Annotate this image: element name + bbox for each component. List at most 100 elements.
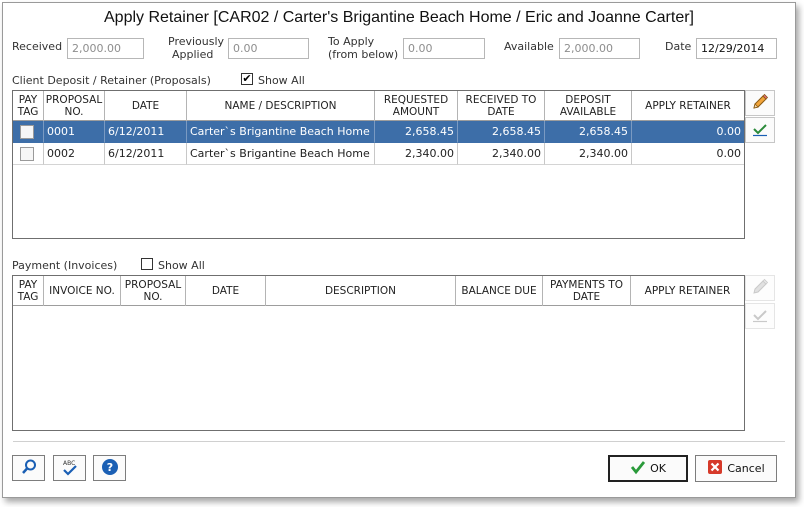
header-text: AVAILABLE — [559, 106, 617, 118]
to-apply-field[interactable]: 0.00 — [403, 38, 485, 59]
spellcheck-icon: ABC — [60, 457, 80, 480]
col-header-pay-tag[interactable]: PAY TAG — [13, 91, 44, 121]
col-header-requested-amount[interactable]: REQUESTED AMOUNT — [375, 91, 458, 121]
header-text: PROPOSAL — [45, 94, 103, 106]
name-cell: Carter`s Brigantine Beach Home — [187, 143, 375, 165]
header-text: DATE — [572, 291, 601, 303]
svg-text:ABC: ABC — [63, 460, 75, 467]
received-cell: 2,658.45 — [458, 121, 545, 143]
name-cell: Carter`s Brigantine Beach Home — [187, 121, 375, 143]
header-text: AMOUNT — [392, 106, 440, 118]
invoices-show-all-checkbox[interactable] — [141, 258, 153, 270]
previously-applied-field[interactable]: 0.00 — [228, 38, 309, 59]
col-header-received-to-date[interactable]: RECEIVED TO DATE — [458, 91, 545, 121]
previously-applied-label-line1: Previously — [168, 35, 225, 48]
header-text: PROPOSAL — [124, 279, 182, 291]
proposals-show-all-checkbox[interactable]: ✔ — [241, 73, 253, 85]
to-apply-label-line1: To Apply — [328, 35, 375, 48]
spellcheck-button[interactable]: ABC — [53, 455, 86, 481]
header-text: DEPOSIT — [565, 94, 611, 106]
header-text: PAY — [18, 94, 38, 106]
col-header-apply-retainer[interactable]: APPLY RETAINER — [632, 91, 744, 121]
header-text: APPLY RETAINER — [644, 285, 731, 297]
pencil-icon — [751, 278, 769, 299]
col-header-invoice-no[interactable]: INVOICE NO. — [44, 276, 121, 306]
proposals-show-all-label: Show All — [258, 74, 305, 87]
col-header-date[interactable]: DATE — [186, 276, 266, 306]
to-apply-label-line2: (from below) — [328, 48, 399, 61]
header-text: NAME / DESCRIPTION — [224, 100, 337, 112]
header-text: NO. — [64, 106, 84, 118]
pencil-icon — [751, 93, 769, 114]
received-field[interactable]: 2,000.00 — [67, 38, 144, 59]
pay-tag-cell[interactable] — [13, 143, 44, 165]
date-cell: 6/12/2011 — [105, 143, 187, 165]
available-field[interactable]: 2,000.00 — [559, 38, 640, 59]
help-button[interactable]: ? — [93, 455, 126, 481]
col-header-proposal-no[interactable]: PROPOSAL NO. — [121, 276, 186, 306]
apply-retainer-dialog: Apply Retainer [CAR02 / Carter's Brigant… — [2, 2, 796, 498]
table-row[interactable]: 0001 6/12/2011 Carter`s Brigantine Beach… — [13, 121, 744, 143]
invoices-grid-header: PAY TAG INVOICE NO. PROPOSAL NO. DATE DESC… — [13, 276, 744, 306]
received-cell: 2,340.00 — [458, 143, 545, 165]
invoices-show-all-label: Show All — [158, 259, 205, 272]
help-icon: ? — [101, 458, 119, 479]
checkmark-icon — [751, 306, 769, 327]
deposit-cell: 2,658.45 — [545, 121, 632, 143]
search-button[interactable] — [12, 455, 45, 481]
cancel-button[interactable]: Cancel — [695, 455, 777, 482]
apply-retainer-cell[interactable]: 0.00 — [632, 143, 744, 165]
proposals-apply-button[interactable] — [745, 117, 775, 143]
date-field[interactable]: 12/29/2014 — [696, 38, 777, 59]
invoices-apply-button[interactable] — [745, 303, 775, 329]
col-header-name-description[interactable]: NAME / DESCRIPTION — [187, 91, 375, 121]
header-text: APPLY RETAINER — [645, 100, 731, 112]
proposals-section-label: Client Deposit / Retainer (Proposals) — [12, 74, 211, 87]
header-text: PAY — [18, 279, 38, 291]
footer-divider — [13, 441, 785, 442]
cancel-x-icon — [707, 459, 723, 478]
pay-tag-checkbox[interactable] — [20, 147, 34, 161]
proposals-grid-header: PAY TAG PROPOSAL NO. DATE NAME / DESCRIPTI… — [13, 91, 744, 121]
header-text: BALANCE DUE — [461, 285, 537, 297]
invoices-edit-button[interactable] — [745, 275, 775, 301]
apply-retainer-cell[interactable]: 0.00 — [632, 121, 744, 143]
proposals-grid: PAY TAG PROPOSAL NO. DATE NAME / DESCRIPTI… — [12, 90, 745, 239]
col-header-balance-due[interactable]: BALANCE DUE — [456, 276, 543, 306]
previously-applied-label-line2: Applied — [172, 48, 214, 61]
header-text: INVOICE NO. — [49, 285, 115, 297]
dialog-title: Apply Retainer [CAR02 / Carter's Brigant… — [104, 9, 694, 26]
col-header-deposit-available[interactable]: DEPOSIT AVAILABLE — [545, 91, 632, 121]
ok-button[interactable]: OK — [608, 455, 688, 482]
cancel-label: Cancel — [727, 462, 765, 475]
requested-cell: 2,340.00 — [375, 143, 458, 165]
header-text: TAG — [17, 106, 39, 118]
header-text: PAYMENTS TO — [549, 279, 624, 291]
col-header-apply-retainer[interactable]: APPLY RETAINER — [631, 276, 744, 306]
col-header-proposal-no[interactable]: PROPOSAL NO. — [44, 91, 105, 121]
deposit-cell: 2,340.00 — [545, 143, 632, 165]
col-header-pay-tag[interactable]: PAY TAG — [13, 276, 44, 306]
received-label: Received — [12, 40, 63, 53]
header-text: REQUESTED — [383, 94, 449, 106]
header-text: DESCRIPTION — [324, 285, 397, 297]
col-header-description[interactable]: DESCRIPTION — [266, 276, 456, 306]
checkmark-icon — [751, 120, 769, 141]
search-icon — [20, 458, 38, 479]
col-header-date[interactable]: DATE — [105, 91, 187, 121]
header-text: NO. — [143, 291, 163, 303]
ok-check-icon — [630, 459, 646, 478]
proposal-no-cell: 0001 — [44, 121, 105, 143]
pay-tag-cell[interactable] — [13, 121, 44, 143]
header-text: DATE — [211, 285, 240, 297]
invoices-grid: PAY TAG INVOICE NO. PROPOSAL NO. DATE DESC… — [12, 275, 745, 431]
available-label: Available — [504, 40, 554, 53]
proposal-no-cell: 0002 — [44, 143, 105, 165]
header-text: DATE — [487, 106, 515, 118]
date-cell: 6/12/2011 — [105, 121, 187, 143]
table-row[interactable]: 0002 6/12/2011 Carter`s Brigantine Beach… — [13, 143, 744, 165]
pay-tag-checkbox[interactable] — [20, 125, 34, 139]
col-header-payments-to-date[interactable]: PAYMENTS TO DATE — [543, 276, 631, 306]
proposals-edit-button[interactable] — [745, 90, 775, 116]
header-text: TAG — [17, 291, 39, 303]
